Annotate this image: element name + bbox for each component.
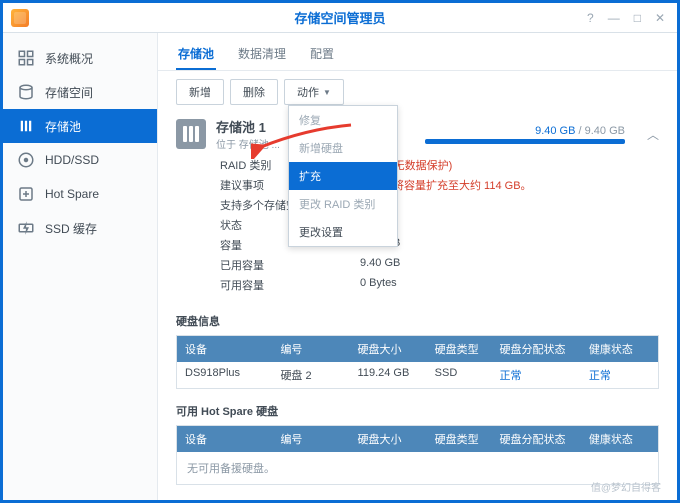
pool-icon	[176, 119, 206, 149]
pool-properties: RAID 类别Basic (无数据保护) 建议事项您可以将容量扩充至大约 114…	[158, 153, 677, 305]
tab-datascrub[interactable]: 数据清理	[236, 39, 288, 70]
pool-title: 存储池 1	[216, 117, 280, 136]
menu-expand[interactable]: 扩充	[289, 162, 397, 190]
sidebar-item-volume[interactable]: 存储空间	[3, 75, 157, 109]
menu-change-settings[interactable]: 更改设置	[289, 218, 397, 246]
sidebar-item-ssdcache[interactable]: SSD 缓存	[3, 211, 157, 245]
table-header: 设备 编号 硬盘大小 硬盘类型 硬盘分配状态 健康状态	[177, 336, 658, 362]
tab-storagepool[interactable]: 存储池	[176, 39, 216, 70]
window-title: 存储空间管理员	[3, 8, 677, 27]
sidebar-item-hdd[interactable]: HDD/SSD	[3, 143, 157, 177]
sidebar-item-hotspare[interactable]: Hot Spare	[3, 177, 157, 211]
action-button-label: 动作	[297, 84, 319, 100]
create-button[interactable]: 新增	[176, 79, 224, 105]
dashboard-icon	[17, 49, 35, 67]
action-button[interactable]: 动作 ▼	[284, 79, 344, 105]
menu-change-raid: 更改 RAID 类别	[289, 190, 397, 218]
sidebar: 系统概况 存储空间 存储池 HDD/SSD Hot Spare SSD 缓存	[3, 33, 158, 500]
table-header: 设备 编号 硬盘大小 硬盘类型 硬盘分配状态 健康状态	[177, 426, 658, 452]
pool-header: 存储池 1 位于 存储池 ... 9.40 GB / 9.40 GB ︿	[158, 113, 677, 153]
pool-capacity-bar	[425, 139, 625, 144]
remove-button[interactable]: 删除	[230, 79, 278, 105]
disk-table: 设备 编号 硬盘大小 硬盘类型 硬盘分配状态 健康状态 DS918Plus 硬盘…	[176, 335, 659, 389]
tab-config[interactable]: 配置	[308, 39, 336, 70]
sidebar-item-label: 存储空间	[45, 84, 93, 101]
help-icon[interactable]: ?	[587, 11, 594, 25]
main-content: 存储池 数据清理 配置 新增 删除 动作 ▼ 修复 新增硬盘 扩充 更改 RAI…	[158, 33, 677, 500]
sidebar-item-label: 存储池	[45, 118, 81, 135]
table-row[interactable]: DS918Plus 硬盘 2 119.24 GB SSD 正常 正常	[177, 362, 658, 388]
storagepool-icon	[17, 117, 35, 135]
ssdcache-icon	[17, 219, 35, 237]
menu-add-drive: 新增硬盘	[289, 134, 397, 162]
titlebar: 存储空间管理员 ? — □ ✕	[3, 3, 677, 33]
hotspare-section-title: 可用 Hot Spare 硬盘	[158, 395, 677, 425]
sidebar-item-label: HDD/SSD	[45, 153, 99, 167]
minimize-icon[interactable]: —	[608, 11, 620, 25]
sidebar-item-label: SSD 缓存	[45, 220, 97, 237]
hotspare-icon	[17, 185, 35, 203]
sidebar-item-label: 系统概况	[45, 50, 93, 67]
pool-location: 位于 存储池 ...	[216, 136, 280, 151]
main-tabs: 存储池 数据清理 配置	[158, 33, 677, 71]
disk-section-title: 硬盘信息	[158, 305, 677, 335]
prop-value: 9.40 GB	[360, 257, 400, 273]
prop-key: 已用容量	[220, 257, 360, 273]
prop-key: 可用容量	[220, 277, 360, 293]
sidebar-item-overview[interactable]: 系统概况	[3, 41, 157, 75]
sidebar-item-label: Hot Spare	[45, 187, 99, 201]
watermark: 值@梦幻自得客	[591, 479, 661, 494]
sidebar-item-storagepool[interactable]: 存储池	[3, 109, 157, 143]
chevron-up-icon[interactable]: ︿	[647, 126, 659, 143]
hotspare-empty: 无可用备援硬盘。	[177, 452, 658, 484]
menu-repair: 修复	[289, 106, 397, 134]
volume-icon	[17, 83, 35, 101]
close-icon[interactable]: ✕	[655, 11, 665, 25]
hdd-icon	[17, 151, 35, 169]
toolbar: 新增 删除 动作 ▼ 修复 新增硬盘 扩充 更改 RAID 类别 更改设置	[158, 71, 677, 113]
pool-total: 9.40 GB	[585, 125, 625, 137]
prop-value: 0 Bytes	[360, 277, 397, 293]
action-menu: 修复 新增硬盘 扩充 更改 RAID 类别 更改设置	[288, 105, 398, 247]
hotspare-table: 设备 编号 硬盘大小 硬盘类型 硬盘分配状态 健康状态 无可用备援硬盘。	[176, 425, 659, 485]
pool-used: 9.40 GB	[535, 125, 575, 137]
maximize-icon[interactable]: □	[634, 11, 641, 25]
chevron-down-icon: ▼	[323, 88, 331, 97]
pool-capacity-text: 9.40 GB / 9.40 GB	[425, 125, 625, 137]
